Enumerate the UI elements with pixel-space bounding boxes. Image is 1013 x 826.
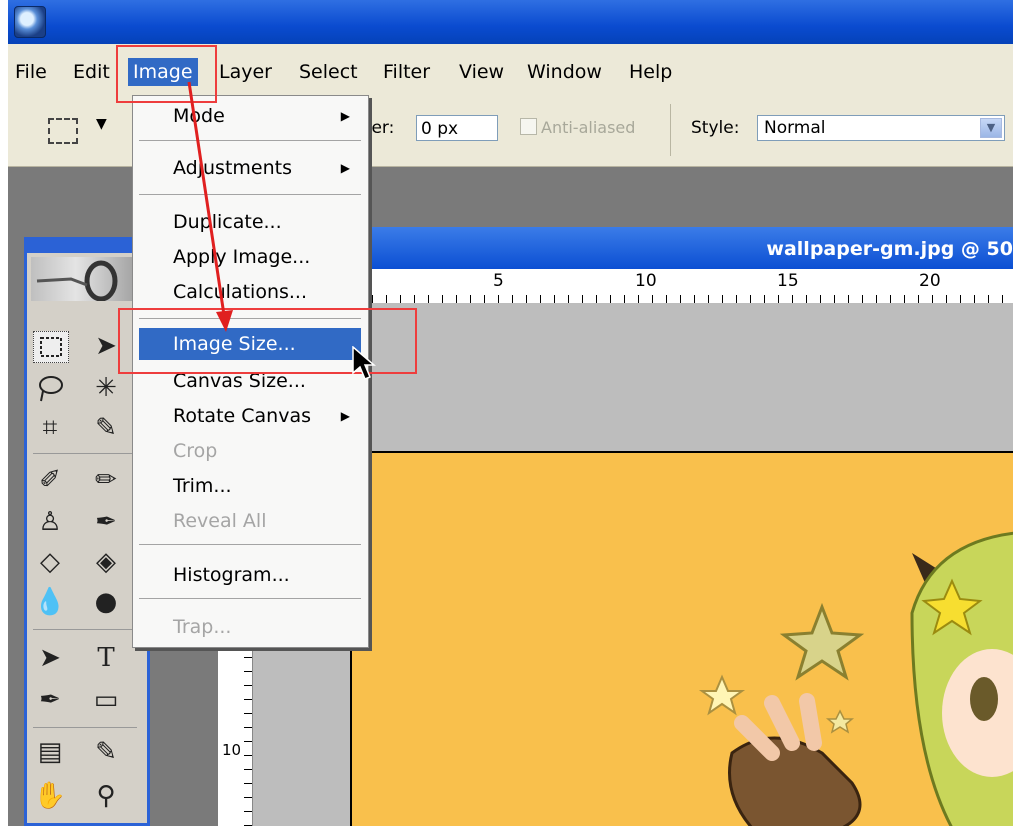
app-window: File Edit Image Layer Select Filter View… (8, 0, 1013, 826)
mouse-cursor-icon (352, 346, 376, 380)
annotation-arrow (187, 81, 233, 332)
